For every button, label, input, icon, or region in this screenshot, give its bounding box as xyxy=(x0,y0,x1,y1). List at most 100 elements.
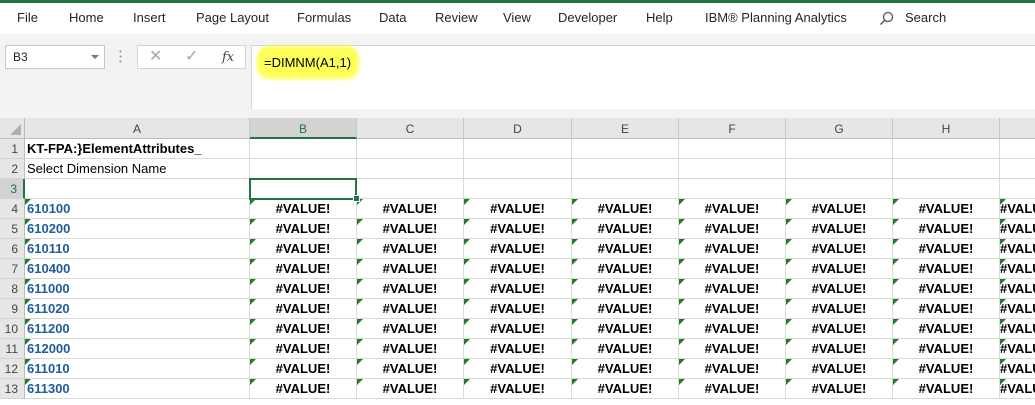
row-header[interactable]: 6 xyxy=(0,239,25,259)
cell-f4[interactable]: #VALUE! xyxy=(679,199,786,219)
cell-e6[interactable]: #VALUE! xyxy=(572,239,679,259)
cancel-icon[interactable]: ✕ xyxy=(149,48,162,66)
cell-c4[interactable]: #VALUE! xyxy=(357,199,464,219)
cell-f2[interactable] xyxy=(679,159,786,179)
worksheet-grid[interactable]: A B C D E F G H 1 KT-FPA:}ElementAttributes_ 2 Sele… xyxy=(0,118,1035,405)
column-header-c[interactable]: C xyxy=(357,118,464,139)
cell-d8[interactable]: #VALUE! xyxy=(464,279,572,299)
cell-a10[interactable]: 611200 xyxy=(25,319,250,339)
cell-b7[interactable]: #VALUE! xyxy=(250,259,357,279)
cell-c5[interactable]: #VALUE! xyxy=(357,219,464,239)
cell-c3[interactable] xyxy=(357,179,464,199)
cell-d10[interactable]: #VALUE! xyxy=(464,319,572,339)
tab-view[interactable]: View xyxy=(503,10,531,25)
cell-g5[interactable]: #VALUE! xyxy=(786,219,893,239)
cell-b11[interactable]: #VALUE! xyxy=(250,339,357,359)
tab-formulas[interactable]: Formulas xyxy=(297,10,351,25)
cell-e4[interactable]: #VALUE! xyxy=(572,199,679,219)
row-header[interactable]: 9 xyxy=(0,299,25,319)
cell-e3[interactable] xyxy=(572,179,679,199)
insert-function-icon[interactable]: fx xyxy=(222,49,234,67)
cell-c1[interactable] xyxy=(357,139,464,159)
cell-e2[interactable] xyxy=(572,159,679,179)
row-header[interactable]: 11 xyxy=(0,339,25,359)
cell-e12[interactable]: #VALUE! xyxy=(572,359,679,379)
cell-f8[interactable]: #VALUE! xyxy=(679,279,786,299)
tab-home[interactable]: Home xyxy=(69,10,104,25)
cell-d6[interactable]: #VALUE! xyxy=(464,239,572,259)
cell-g3[interactable] xyxy=(786,179,893,199)
cell-d12[interactable]: #VALUE! xyxy=(464,359,572,379)
tab-review[interactable]: Review xyxy=(435,10,478,25)
cell-f9[interactable]: #VALUE! xyxy=(679,299,786,319)
tab-help[interactable]: Help xyxy=(646,10,673,25)
cell-e11[interactable]: #VALUE! xyxy=(572,339,679,359)
cell-b9[interactable]: #VALUE! xyxy=(250,299,357,319)
cell-d4[interactable]: #VALUE! xyxy=(464,199,572,219)
cell-g6[interactable]: #VALUE! xyxy=(786,239,893,259)
cell-a6[interactable]: 610110 xyxy=(25,239,250,259)
cell-c6[interactable]: #VALUE! xyxy=(357,239,464,259)
chevron-down-icon[interactable] xyxy=(91,55,99,59)
column-header-f[interactable]: F xyxy=(679,118,786,139)
cell-d9[interactable]: #VALUE! xyxy=(464,299,572,319)
tab-data[interactable]: Data xyxy=(379,10,406,25)
tab-insert[interactable]: Insert xyxy=(133,10,166,25)
column-header-h[interactable]: H xyxy=(893,118,1000,139)
cell-c11[interactable]: #VALUE! xyxy=(357,339,464,359)
cell-a8[interactable]: 611000 xyxy=(25,279,250,299)
cell-i1[interactable] xyxy=(1000,139,1035,159)
cell-f5[interactable]: #VALUE! xyxy=(679,219,786,239)
cell-f7[interactable]: #VALUE! xyxy=(679,259,786,279)
cell-e5[interactable]: #VALUE! xyxy=(572,219,679,239)
cell-e13[interactable]: #VALUE! xyxy=(572,379,679,399)
cell-d11[interactable]: #VALUE! xyxy=(464,339,572,359)
cell-f1[interactable] xyxy=(679,139,786,159)
cell-a7[interactable]: 610400 xyxy=(25,259,250,279)
cell-c8[interactable]: #VALUE! xyxy=(357,279,464,299)
cell-d5[interactable]: #VALUE! xyxy=(464,219,572,239)
cell-f6[interactable]: #VALUE! xyxy=(679,239,786,259)
row-header[interactable]: 12 xyxy=(0,359,25,379)
cell-c9[interactable]: #VALUE! xyxy=(357,299,464,319)
cell-i3[interactable] xyxy=(1000,179,1035,199)
cell-g11[interactable]: #VALUE! xyxy=(786,339,893,359)
cell-h8[interactable]: #VALUE! xyxy=(893,279,1000,299)
column-header-e[interactable]: E xyxy=(572,118,679,139)
cell-a12[interactable]: 611010 xyxy=(25,359,250,379)
cell-a5[interactable]: 610200 xyxy=(25,219,250,239)
cell-g10[interactable]: #VALUE! xyxy=(786,319,893,339)
cell-h3[interactable] xyxy=(893,179,1000,199)
cell-g7[interactable]: #VALUE! xyxy=(786,259,893,279)
column-header-a[interactable]: A xyxy=(25,118,250,139)
fill-handle[interactable] xyxy=(353,195,360,202)
resize-handle[interactable] xyxy=(119,49,122,65)
cell-g8[interactable]: #VALUE! xyxy=(786,279,893,299)
cell-d7[interactable]: #VALUE! xyxy=(464,259,572,279)
row-header[interactable]: 7 xyxy=(0,259,25,279)
row-header[interactable]: 1 xyxy=(0,139,25,159)
cell-g12[interactable]: #VALUE! xyxy=(786,359,893,379)
row-header[interactable]: 5 xyxy=(0,219,25,239)
cell-b1[interactable] xyxy=(250,139,357,159)
cell-e7[interactable]: #VALUE! xyxy=(572,259,679,279)
row-header[interactable]: 2 xyxy=(0,159,25,179)
cell-g9[interactable]: #VALUE! xyxy=(786,299,893,319)
cell-i2[interactable] xyxy=(1000,159,1035,179)
cell-a13[interactable]: 611300 xyxy=(25,379,250,399)
cell-h11[interactable]: #VALUE! xyxy=(893,339,1000,359)
cell-b12[interactable]: #VALUE! xyxy=(250,359,357,379)
cell-a9[interactable]: 611020 xyxy=(25,299,250,319)
tab-ibm-planning-analytics[interactable]: IBM® Planning Analytics xyxy=(705,10,847,25)
cell-e10[interactable]: #VALUE! xyxy=(572,319,679,339)
tab-developer[interactable]: Developer xyxy=(558,10,617,25)
cell-a4[interactable]: 610100 xyxy=(25,199,250,219)
column-header-d[interactable]: D xyxy=(464,118,572,139)
cell-b13[interactable]: #VALUE! xyxy=(250,379,357,399)
cell-a2[interactable]: Select Dimension Name xyxy=(25,159,250,179)
row-header[interactable]: 8 xyxy=(0,279,25,299)
cell-h1[interactable] xyxy=(893,139,1000,159)
row-header[interactable]: 10 xyxy=(0,319,25,339)
cell-h4[interactable]: #VALUE! xyxy=(893,199,1000,219)
cell-b5[interactable]: #VALUE! xyxy=(250,219,357,239)
